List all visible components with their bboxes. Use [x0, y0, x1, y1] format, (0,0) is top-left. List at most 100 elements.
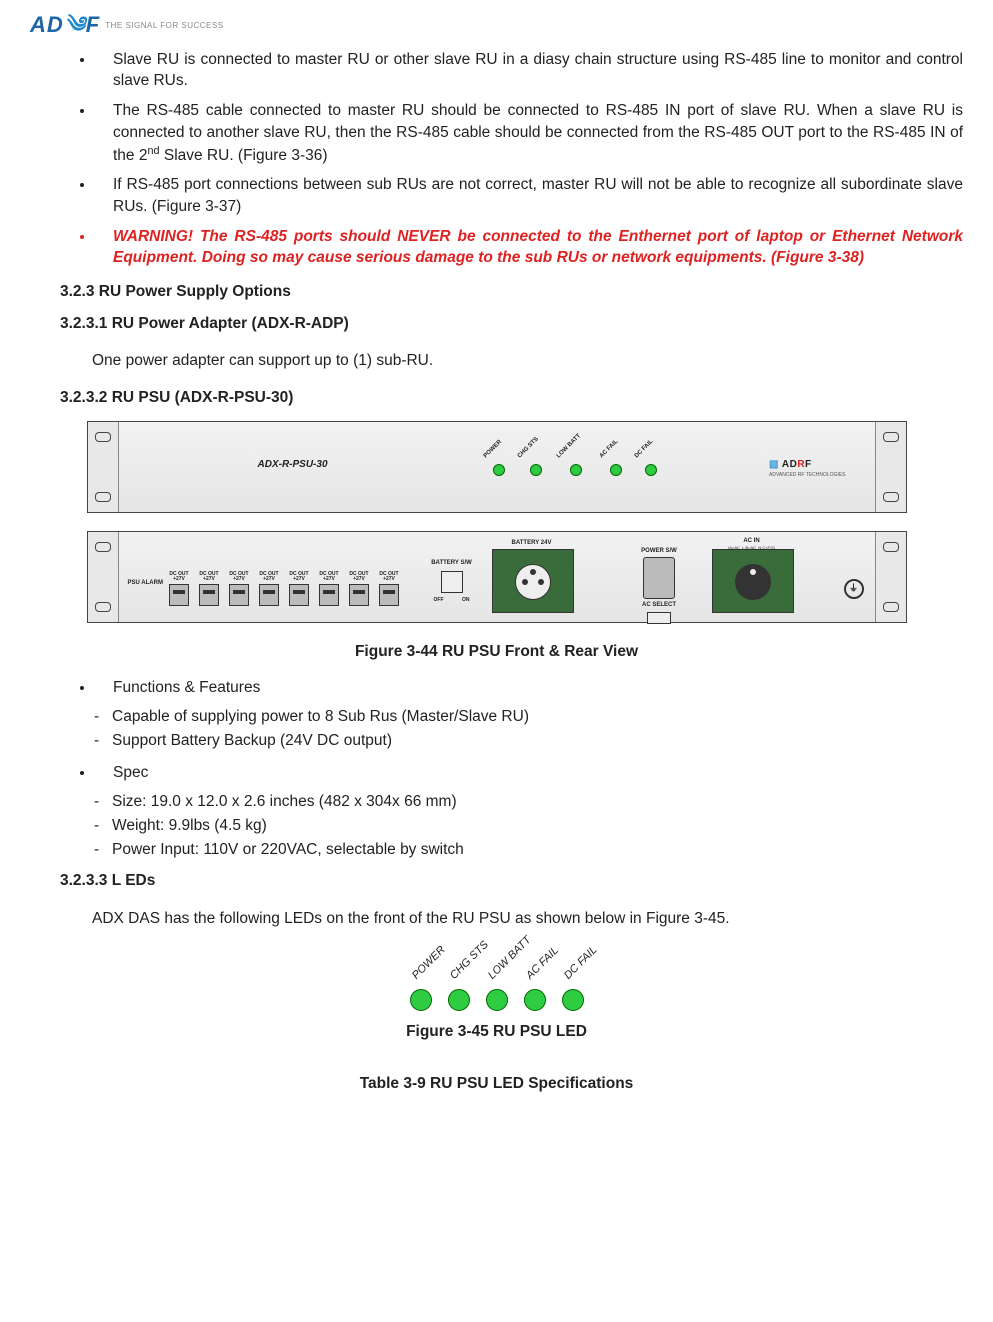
- brand-ad: AD: [782, 459, 797, 470]
- bullet-item: Slave RU is connected to master RU or ot…: [95, 49, 963, 92]
- list-item: Size: 19.0 x 12.0 x 2.6 inches (482 x 30…: [112, 791, 963, 813]
- dcout-port-icon: [169, 584, 189, 606]
- section-3-2-3-1: 3.2.3.1 RU Power Adapter (ADX-R-ADP): [60, 313, 963, 335]
- logo-tagline: THE SIGNAL FOR SUCCESS: [105, 20, 223, 31]
- rack-hole: [883, 492, 899, 502]
- led-label: AC FAIL: [598, 438, 620, 460]
- led-dcfail-icon: [562, 989, 584, 1011]
- leds-text: ADX DAS has the following LEDs on the fr…: [92, 908, 963, 930]
- led-label: DC FAIL: [561, 943, 601, 983]
- led-label: LOW BATT: [555, 432, 583, 460]
- brand-sub: ADVANCED RF TECHNOLOGIES: [769, 472, 846, 479]
- rack-hole: [883, 602, 899, 612]
- table-3-9-caption: Table 3-9 RU PSU LED Specifications: [30, 1073, 963, 1095]
- logo-wave-icon: ༄: [64, 12, 86, 37]
- brand-box-icon: ▧: [769, 459, 782, 470]
- header-logo: AD༄F THE SIGNAL FOR SUCCESS: [30, 10, 963, 41]
- led-acfail-icon: [524, 989, 546, 1011]
- dcout-port-icon: [319, 584, 339, 606]
- dcout-port-icon: [379, 584, 399, 606]
- section-3-2-3-2: 3.2.3.2 RU PSU (ADX-R-PSU-30): [60, 387, 963, 409]
- functions-header: Functions & Features: [95, 677, 963, 699]
- battery-sw-label: BATTERY S/W: [427, 559, 477, 567]
- adapter-text: One power adapter can support up to (1) …: [92, 350, 963, 372]
- figure-3-45-caption: Figure 3-45 RU PSU LED: [30, 1021, 963, 1043]
- warning-bullet: WARNING! The RS-485 ports should NEVER b…: [95, 226, 963, 269]
- rack-hole: [95, 492, 111, 502]
- dcout-port-icon: [289, 584, 309, 606]
- power-switch-icon: [643, 557, 675, 599]
- led-label: DC FAIL: [633, 438, 655, 460]
- section-3-2-3-3: 3.2.3.3 L EDs: [60, 870, 963, 892]
- logo-a: A: [30, 12, 47, 37]
- led-chg-icon: [448, 989, 470, 1011]
- brand-f: F: [805, 459, 812, 470]
- functions-items: Capable of supplying power to 8 Sub Rus …: [30, 706, 963, 751]
- rs485-bullet-list: Slave RU is connected to master RU or ot…: [30, 49, 963, 269]
- bullet-item: If RS-485 port connections between sub R…: [95, 174, 963, 217]
- spec-items: Size: 19.0 x 12.0 x 2.6 inches (482 x 30…: [30, 791, 963, 860]
- logo-f: F: [86, 12, 100, 37]
- dcout-port-icon: [349, 584, 369, 606]
- rack-ear-right: [875, 422, 906, 512]
- dcout-label: DC OUT +27V: [167, 572, 192, 582]
- spec-list: Spec: [30, 762, 963, 784]
- psu-rear-panel: PSU ALARM DC OUT +27V DC OUT +27V DC OUT…: [87, 531, 907, 623]
- power-switch: POWER S/W AC SELECT: [632, 547, 687, 626]
- brand-r: R: [797, 459, 805, 470]
- dcout-port-icon: [259, 584, 279, 606]
- ac-in-connector-icon: [712, 549, 794, 613]
- front-led-row: POWER CHG STS LOW BATT AC FAIL DC FAIL: [488, 452, 663, 476]
- dcout-label: DC OUT +27V: [197, 572, 222, 582]
- logo-text: AD༄F: [30, 10, 100, 41]
- psu-figure: ADX-R-PSU-30 POWER CHG STS LOW BATT AC F…: [87, 421, 907, 623]
- dcout-label: DC OUT +27V: [347, 572, 372, 582]
- led-label: POWER: [482, 438, 504, 460]
- model-label: ADX-R-PSU-30: [258, 458, 328, 472]
- dcout-label: DC OUT +27V: [377, 572, 402, 582]
- battery-connector-icon: [492, 549, 574, 613]
- list-item: Support Battery Backup (24V DC output): [112, 730, 963, 752]
- switch-icon: [441, 571, 463, 593]
- dcout-port-icon: [229, 584, 249, 606]
- ac-select-label: AC SELECT: [632, 601, 687, 609]
- off-label: OFF: [434, 597, 444, 604]
- led-power-icon: [410, 989, 432, 1011]
- rack-hole: [95, 542, 111, 552]
- rack-hole: [95, 602, 111, 612]
- section-3-2-3: 3.2.3 RU Power Supply Options: [60, 281, 963, 303]
- psu-alarm-label: PSU ALARM: [128, 579, 163, 587]
- dcout-label: DC OUT +27V: [287, 572, 312, 582]
- led-lowbatt-icon: [570, 464, 582, 476]
- ac-select-switch-icon: [647, 612, 671, 624]
- led-power-icon: [493, 464, 505, 476]
- power-sw-label: POWER S/W: [632, 547, 687, 555]
- rack-ear-right: [875, 532, 906, 622]
- led-label: POWER: [409, 943, 449, 983]
- dcout-port-icon: [199, 584, 219, 606]
- on-label: ON: [462, 597, 470, 604]
- bullet-item: The RS-485 cable connected to master RU …: [95, 100, 963, 166]
- rack-ear-left: [88, 422, 119, 512]
- list-item: Power Input: 110V or 220VAC, selectable …: [112, 839, 963, 861]
- battery-24v-label: BATTERY 24V: [500, 539, 564, 547]
- psu-front-panel: ADX-R-PSU-30 POWER CHG STS LOW BATT AC F…: [87, 421, 907, 513]
- led-lowbatt-icon: [486, 989, 508, 1011]
- ac-in-title: AC IN: [722, 537, 782, 545]
- figure-3-44-caption: Figure 3-44 RU PSU Front & Rear View: [30, 641, 963, 663]
- brand-icon: ▧ ADRF ADVANCED RF TECHNOLOGIES: [769, 458, 846, 479]
- spec-header: Spec: [95, 762, 963, 784]
- led-acfail-icon: [610, 464, 622, 476]
- led-dcfail-icon: [645, 464, 657, 476]
- dcout-label: DC OUT +27V: [227, 572, 252, 582]
- list-item: Capable of supplying power to 8 Sub Rus …: [112, 706, 963, 728]
- battery-switch: BATTERY S/W OFF ON: [427, 559, 477, 604]
- list-item: Weight: 9.9lbs (4.5 kg): [112, 815, 963, 837]
- rack-ear-left: [88, 532, 119, 622]
- led-label: CHG STS: [516, 435, 541, 460]
- rack-hole: [95, 432, 111, 442]
- dcout-row: DC OUT +27V DC OUT +27V DC OUT +27V DC O…: [167, 572, 402, 606]
- rack-hole: [883, 432, 899, 442]
- logo-d: D: [47, 12, 64, 37]
- functions-list: Functions & Features: [30, 677, 963, 699]
